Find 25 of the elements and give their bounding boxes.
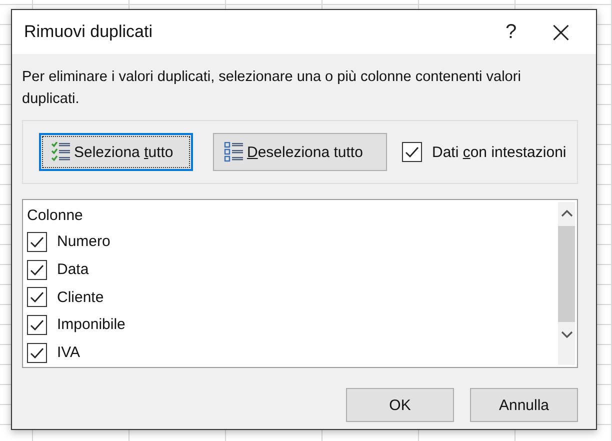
checkbox[interactable]	[27, 342, 47, 363]
column-checkbox[interactable]: Numero	[27, 228, 558, 256]
headers-checkbox[interactable]: Dati con intestazioni	[402, 142, 566, 162]
scrollbar-thumb[interactable]	[558, 226, 575, 322]
column-checkbox[interactable]: Imponibile	[27, 311, 558, 339]
scrollbar[interactable]	[558, 202, 575, 365]
list-header: Colonne	[27, 206, 84, 226]
checkbox[interactable]	[27, 287, 47, 308]
description-text: Per eliminare i valori duplicati, selezionare una o più colonne contenenti valori duplicati.	[22, 68, 522, 109]
select-all-button[interactable]: Seleziona tutto	[39, 133, 193, 171]
checklist-icon	[51, 142, 71, 162]
checkbox[interactable]	[27, 260, 47, 280]
column-checkbox[interactable]: IVA	[27, 338, 558, 366]
checkbox[interactable]	[27, 232, 47, 252]
window-title: Rimuovi duplicati	[24, 22, 154, 42]
checkbox[interactable]	[402, 142, 422, 162]
dialog-button[interactable]: OK	[346, 388, 454, 422]
help-button[interactable]: ?	[486, 10, 536, 54]
close-button[interactable]: ×	[536, 10, 586, 54]
dialog-button[interactable]: Annulla	[470, 388, 578, 422]
deselect-all-button[interactable]: Deseleziona tutto	[213, 133, 387, 171]
list-icon	[224, 142, 244, 162]
column-checkbox[interactable]: Cliente	[27, 283, 558, 312]
checkbox[interactable]	[27, 314, 47, 335]
column-checkbox[interactable]: Data	[27, 256, 558, 284]
